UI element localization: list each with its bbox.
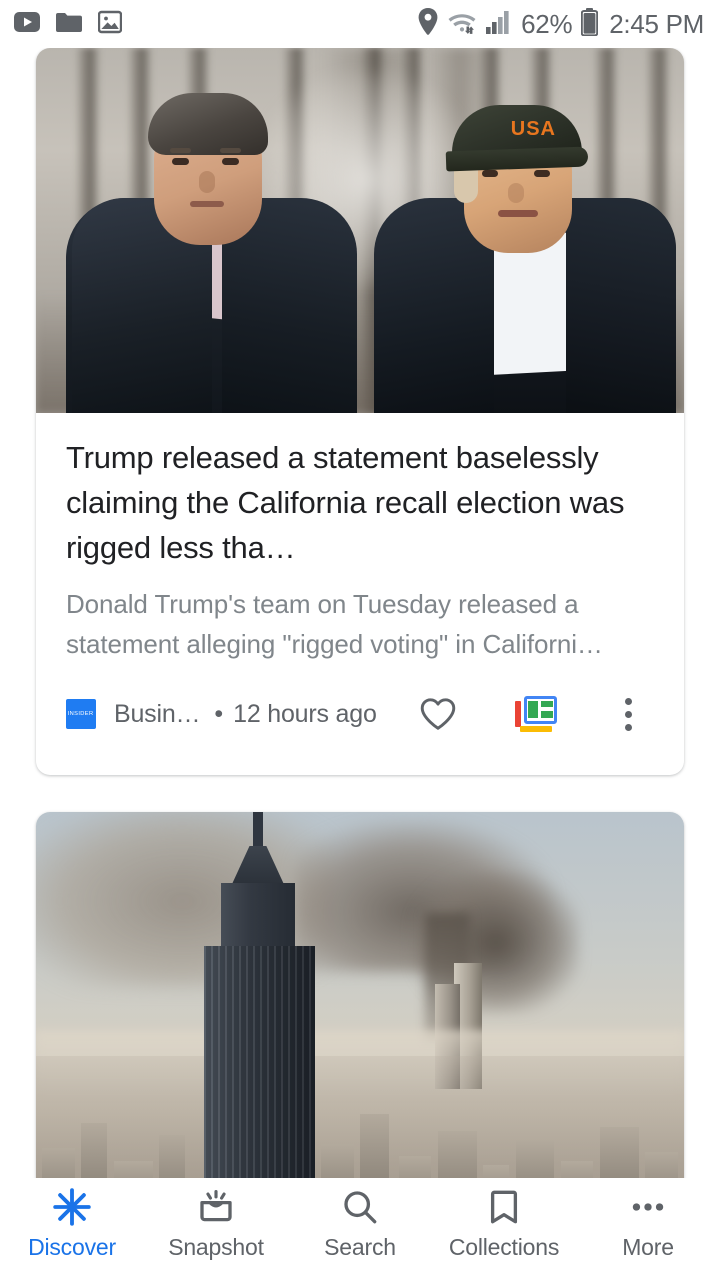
search-icon [339, 1186, 381, 1228]
article-snippet: Donald Trump's team on Tuesday released … [66, 589, 603, 659]
image-icon [97, 10, 123, 39]
discover-feed[interactable]: USA Trump released a statement baselessl… [0, 48, 720, 1178]
youtube-play-icon [14, 11, 40, 37]
more-dots-icon [627, 1186, 669, 1228]
clock-label: 2:45 PM [609, 8, 704, 39]
snapshot-tray-icon [195, 1186, 237, 1228]
bottom-navigation-bar[interactable]: Discover Snapshot Search Collections Mor… [0, 1178, 720, 1280]
status-bar-system: 62% 2:45 PM [418, 7, 704, 41]
publisher-logo: INSIDER [66, 699, 96, 729]
usa-cap-text: USA [510, 118, 556, 140]
heart-icon[interactable] [410, 697, 466, 731]
signal-bars-icon [486, 10, 512, 39]
battery-percent-label: 62% [521, 8, 573, 39]
nav-label-collections: Collections [448, 1234, 560, 1260]
article-card[interactable]: USA Trump released a statement baselessl… [36, 48, 684, 775]
app-screen: 62% 2:45 PM USA Trump released a stateme… [0, 0, 720, 1280]
location-pin-icon [418, 8, 438, 40]
article-meta-row: INSIDER Busin… • 12 hours ago [66, 686, 654, 742]
publisher-logo-text: INSIDER [68, 711, 94, 717]
nav-label-discover: Discover [28, 1234, 116, 1260]
article-headline[interactable]: Trump released a statement baselessly cl… [66, 435, 654, 570]
article-card[interactable] [36, 812, 684, 1178]
folder-icon [56, 11, 82, 37]
nav-label-more: More [622, 1234, 674, 1260]
nav-item-search[interactable]: Search [288, 1186, 432, 1261]
nav-label-search: Search [324, 1234, 396, 1260]
nav-item-collections[interactable]: Collections [432, 1186, 576, 1261]
google-news-icon[interactable] [508, 696, 564, 732]
nav-item-snapshot[interactable]: Snapshot [144, 1186, 288, 1261]
article-photo[interactable] [36, 812, 684, 1178]
article-photo[interactable]: USA [36, 48, 684, 413]
wifi-icon [447, 9, 477, 39]
status-bar-notifications [14, 10, 123, 39]
overflow-menu-icon[interactable] [606, 697, 650, 731]
status-bar: 62% 2:45 PM [0, 0, 720, 48]
nav-label-snapshot: Snapshot [168, 1234, 264, 1260]
meta-separator: • [214, 699, 224, 728]
article-timestamp: 12 hours ago [233, 699, 377, 728]
publisher-name[interactable]: Busin… [114, 700, 201, 729]
nav-item-more[interactable]: More [576, 1186, 720, 1261]
nav-item-discover[interactable]: Discover [0, 1186, 144, 1261]
bookmark-icon [483, 1186, 525, 1228]
discover-asterisk-icon [51, 1186, 93, 1228]
battery-icon [581, 7, 599, 41]
